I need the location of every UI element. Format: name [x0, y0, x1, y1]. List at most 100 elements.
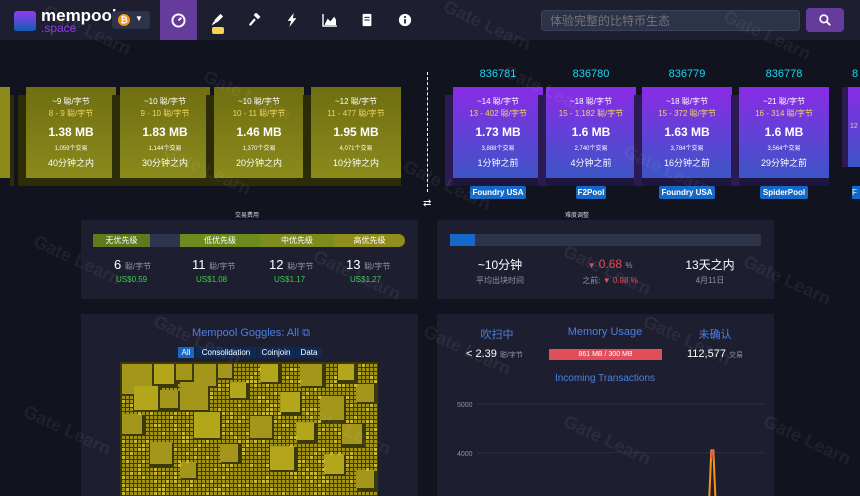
swap-arrows-icon[interactable]: ⇄ [423, 198, 431, 209]
treemap-tx [158, 492, 161, 495]
treemap-tx [302, 396, 305, 399]
nav-dashboard[interactable] [160, 0, 197, 40]
treemap-tx [158, 432, 161, 435]
treemap-tx [326, 388, 329, 391]
mempool-block-partial[interactable] [0, 87, 14, 186]
treemap-tx [306, 388, 309, 391]
treemap-tx [294, 380, 297, 383]
treemap-tx [122, 464, 125, 467]
treemap-tx [294, 472, 297, 475]
treemap-tx [294, 424, 297, 427]
mempool-block[interactable]: ~12 聪/字节 11 - 477 聪/字节 1.95 MB 4,071个交易 10分钟… [303, 87, 401, 186]
network-selector[interactable]: ₿ ▼ [112, 11, 150, 29]
treemap-tx [350, 408, 353, 411]
nav-graphs[interactable] [311, 0, 348, 40]
treemap-tx [282, 440, 285, 443]
treemap-tx[interactable] [180, 462, 196, 478]
search-button[interactable] [806, 8, 844, 32]
treemap-tx [266, 460, 269, 463]
treemap-tx [170, 440, 173, 443]
mined-block[interactable]: ~14 聪/字节 13 - 402 聪/字节 1.73 MB 3,888个交易 1分钟之… [445, 87, 543, 186]
treemap-tx [250, 404, 253, 407]
treemap-tx [322, 444, 325, 447]
treemap-tx[interactable] [270, 446, 294, 470]
nav-mining[interactable] [236, 0, 273, 40]
mined-block-partial[interactable]: 8 12 F [826, 68, 860, 208]
goggles-tab-data[interactable]: Data [296, 347, 322, 358]
treemap-tx[interactable] [176, 364, 192, 380]
treemap-tx [134, 492, 137, 495]
treemap-tx[interactable] [122, 414, 142, 434]
treemap-tx [126, 404, 129, 407]
treemap-tx [310, 488, 313, 491]
treemap-tx [258, 488, 261, 491]
treemap-tx [146, 440, 149, 443]
treemap-tx[interactable] [150, 442, 172, 464]
treemap-tx [178, 460, 181, 463]
treemap-tx[interactable] [134, 386, 158, 410]
block-median-fee: ~14 聪/字节 [476, 97, 519, 106]
treemap-tx [262, 384, 265, 387]
nav-about[interactable] [386, 0, 423, 40]
treemap-tx [214, 476, 217, 479]
treemap-tx [234, 416, 237, 419]
pool-tag[interactable]: F2Pool [576, 186, 606, 199]
treemap-tx [218, 440, 221, 443]
treemap-tx [186, 436, 189, 439]
treemap-tx [226, 404, 229, 407]
treemap-tx [362, 452, 365, 455]
treemap-tx [178, 412, 181, 415]
treemap-tx [150, 420, 153, 423]
block-size: 1.6 MB [764, 125, 804, 139]
pool-tag[interactable]: F [852, 186, 860, 199]
treemap-tx[interactable] [154, 364, 174, 384]
mempool-block[interactable]: ~9 聪/字节 8 - 9 聪/字节 1.38 MB 1,059个交易 40分钟之内 [18, 87, 116, 186]
treemap-tx[interactable] [230, 382, 246, 398]
block-height[interactable]: 836778 [739, 68, 829, 80]
treemap-tx [226, 384, 229, 387]
treemap-tx [246, 468, 249, 471]
treemap-tx[interactable] [260, 364, 278, 382]
treemap-tx [310, 480, 313, 483]
treemap-tx [274, 400, 277, 403]
treemap-tx[interactable] [324, 454, 344, 474]
treemap-tx[interactable] [280, 392, 300, 412]
treemap-tx [350, 400, 353, 403]
treemap-tx [278, 412, 281, 415]
treemap-tx [238, 464, 241, 467]
treemap-tx[interactable] [356, 384, 374, 402]
treemap-tx[interactable] [220, 444, 238, 462]
goggles-tab-coinjoin[interactable]: Coinjoin [257, 347, 295, 358]
mined-block[interactable]: ~21 聪/字节 16 - 314 聪/字节 1.6 MB 3,564个交易 29分钟之… [731, 87, 829, 186]
treemap-tx [334, 480, 337, 483]
nav-docs[interactable] [348, 0, 385, 40]
treemap-tx [202, 452, 205, 455]
treemap-tx [186, 456, 189, 459]
pool-tag[interactable]: SpiderPool [760, 186, 808, 199]
treemap-tx [202, 484, 205, 487]
treemap-tx [134, 436, 137, 439]
nav-accelerator[interactable] [198, 0, 235, 40]
treemap-tx [238, 420, 241, 423]
treemap-tx[interactable] [300, 364, 322, 386]
treemap-tx [150, 484, 153, 487]
fee-value-low: 11 聪/字节 [192, 257, 236, 272]
treemap-tx [266, 444, 269, 447]
treemap-tx[interactable] [356, 470, 374, 488]
treemap-tx [314, 464, 317, 467]
treemap-tx[interactable] [160, 390, 178, 408]
treemap-tx[interactable] [180, 382, 208, 410]
block-height[interactable]: 836779 [642, 68, 732, 80]
treemap-tx [306, 464, 309, 467]
block-tx-count: 1,370个交易 [242, 146, 276, 152]
treemap-tx[interactable] [338, 364, 354, 380]
nav-lightning[interactable] [273, 0, 310, 40]
block-height[interactable]: 836780 [546, 68, 636, 80]
treemap-tx[interactable] [250, 416, 272, 438]
block-side [303, 95, 311, 186]
block-median-fee: ~21 聪/字节 [762, 97, 805, 106]
treemap-tx[interactable] [194, 412, 220, 438]
treemap-tx [330, 484, 333, 487]
treemap-tx [186, 440, 189, 443]
treemap-tx [306, 468, 309, 471]
